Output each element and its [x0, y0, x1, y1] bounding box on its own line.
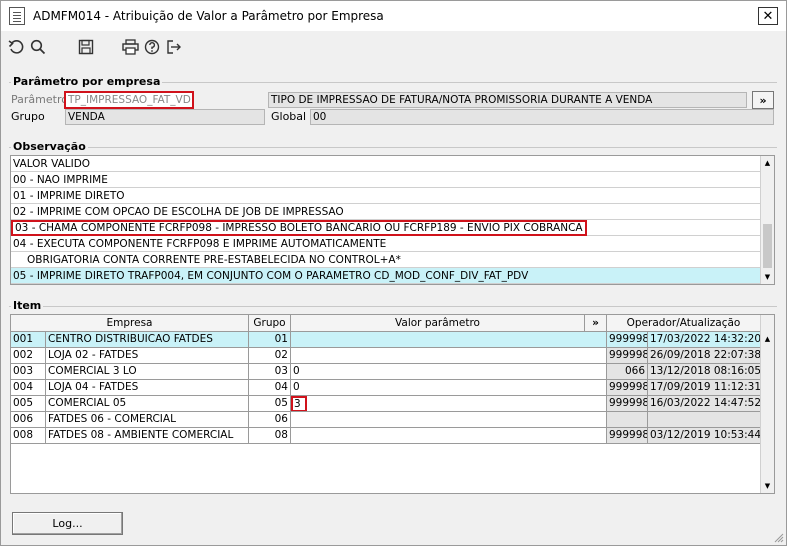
close-button[interactable]: ✕ [758, 7, 778, 25]
valor-cell[interactable]: 0 [291, 380, 607, 396]
operador-cell: 999998 [607, 380, 648, 396]
grupo-cell: 02 [249, 348, 291, 364]
column-header-valor[interactable]: Valor parâmetro [291, 315, 585, 332]
highlighted-option: 03 - CHAMA COMPONENTE FCRFP098 - IMPRESS… [11, 220, 587, 236]
grupo-cell: 06 [249, 412, 291, 428]
help-icon[interactable] [141, 36, 163, 58]
save-icon[interactable] [75, 36, 97, 58]
list-item-selected[interactable]: 05 - IMPRIME DIRETO TRAFP004, EM CONJUNT… [11, 268, 761, 284]
operador-cell: 999998 [607, 396, 648, 412]
grupo-cell: 08 [249, 428, 291, 444]
empresa-name: LOJA 02 - FATDES [46, 348, 249, 364]
column-header-operador[interactable]: Operador/Atualização [607, 315, 761, 332]
list-item[interactable]: 03 - CHAMA COMPONENTE FCRFP098 - IMPRESS… [11, 220, 761, 236]
param-label: Parâmetro [11, 93, 68, 106]
resize-grip-icon[interactable] [774, 533, 784, 543]
grupo-cell: 04 [249, 380, 291, 396]
valor-cell[interactable]: 3 [291, 396, 607, 412]
observation-scrollbar[interactable]: ▲ ▼ [760, 156, 774, 284]
global-label: Global [271, 110, 307, 123]
valor-highlight: 3 [291, 396, 307, 411]
obs-group-title: Observação [11, 140, 88, 153]
item-group-title: Item [11, 299, 44, 312]
param-description-field: TIPO DE IMPRESSAO DE FATURA/NOTA PROMISS… [268, 92, 747, 108]
log-button[interactable]: Log... [12, 512, 123, 535]
valor-cell[interactable] [291, 348, 607, 364]
list-item[interactable]: 01 - IMPRIME DIRETO [11, 188, 761, 204]
search-icon[interactable] [27, 36, 49, 58]
empresa-name: LOJA 04 - FATDES [46, 380, 249, 396]
param-group-title: Parâmetro por empresa [11, 75, 163, 88]
data-cell: 17/09/2019 11:12:31 [648, 380, 761, 396]
valor-cell[interactable]: 0 [291, 364, 607, 380]
scroll-up-icon[interactable]: ▲ [761, 156, 774, 170]
data-cell: 13/12/2018 08:16:05 [648, 364, 761, 380]
empresa-code: 006 [11, 412, 46, 428]
window-title: ADMFM014 - Atribuição de Valor a Parâmet… [33, 9, 384, 23]
data-cell [648, 412, 761, 428]
scroll-thumb[interactable] [763, 224, 772, 268]
list-item[interactable]: 04 - EXECUTA COMPONENTE FCRFP098 E IMPRI… [11, 236, 761, 252]
empresa-code: 003 [11, 364, 46, 380]
items-scrollbar[interactable]: ▲ ▼ [760, 315, 774, 493]
grupo-cell: 05 [249, 396, 291, 412]
list-item[interactable]: 00 - NAO IMPRIME [11, 172, 761, 188]
global-field: 00 [310, 109, 774, 125]
operador-cell: 999998 [607, 348, 648, 364]
empresa-code: 005 [11, 396, 46, 412]
list-item[interactable]: 02 - IMPRIME COM OPCAO DE ESCOLHA DE JOB… [11, 204, 761, 220]
scroll-down-icon[interactable]: ▼ [761, 270, 774, 284]
data-cell: 16/03/2022 14:47:52 [648, 396, 761, 412]
operador-cell [607, 412, 648, 428]
operador-cell: 066 [607, 364, 648, 380]
empresa-code: 002 [11, 348, 46, 364]
grupo-cell: 01 [249, 332, 291, 348]
group-field: VENDA [65, 109, 265, 125]
valor-cell[interactable] [291, 428, 607, 444]
empresa-name: COMERCIAL 05 [46, 396, 249, 412]
valor-cell[interactable] [291, 332, 607, 348]
exit-icon[interactable] [163, 36, 185, 58]
column-header-empresa[interactable]: Empresa [11, 315, 249, 332]
param-more-button[interactable]: » [752, 91, 774, 109]
data-cell: 03/12/2019 10:53:44 [648, 428, 761, 444]
empresa-code: 001 [11, 332, 46, 348]
empresa-code: 004 [11, 380, 46, 396]
empresa-name: FATDES 08 - AMBIENTE COMERCIAL [46, 428, 249, 444]
operador-cell: 999998 [607, 428, 648, 444]
data-cell: 26/09/2018 22:07:38 [648, 348, 761, 364]
scroll-up-icon[interactable]: ▲ [761, 332, 774, 346]
items-table[interactable]: Empresa Grupo Valor parâmetro » Operador… [10, 314, 775, 494]
main-window: ADMFM014 - Atribuição de Valor a Parâmet… [0, 0, 787, 546]
valor-cell[interactable] [291, 412, 607, 428]
data-cell: 17/03/2022 14:32:20 [648, 332, 761, 348]
undo-icon[interactable] [5, 36, 27, 58]
operador-cell: 999998 [607, 332, 648, 348]
column-header-grupo[interactable]: Grupo [249, 315, 291, 332]
title-bar: ADMFM014 - Atribuição de Valor a Parâmet… [1, 1, 786, 31]
valor-more-button[interactable]: » [585, 315, 607, 332]
empresa-name: CENTRO DISTRIBUICAO FATDES [46, 332, 249, 348]
list-item[interactable]: OBRIGATORIA CONTA CORRENTE PRE-ESTABELEC… [11, 252, 761, 268]
toolbar [1, 31, 786, 63]
print-icon[interactable] [119, 36, 141, 58]
group-label: Grupo [11, 110, 45, 123]
list-item-text: OBRIGATORIA CONTA CORRENTE PRE-ESTABELEC… [27, 254, 401, 266]
param-field[interactable]: TP_IMPRESSAO_FAT_VD [64, 91, 194, 109]
list-item[interactable]: VALOR VALIDO [11, 156, 761, 172]
empresa-name: COMERCIAL 3 LO [46, 364, 249, 380]
empresa-code: 008 [11, 428, 46, 444]
grupo-cell: 03 [249, 364, 291, 380]
form-icon [9, 7, 25, 25]
scroll-down-icon[interactable]: ▼ [761, 479, 774, 493]
observation-list[interactable]: VALOR VALIDO 00 - NAO IMPRIME 01 - IMPRI… [10, 155, 775, 285]
empresa-name: FATDES 06 - COMERCIAL [46, 412, 249, 428]
